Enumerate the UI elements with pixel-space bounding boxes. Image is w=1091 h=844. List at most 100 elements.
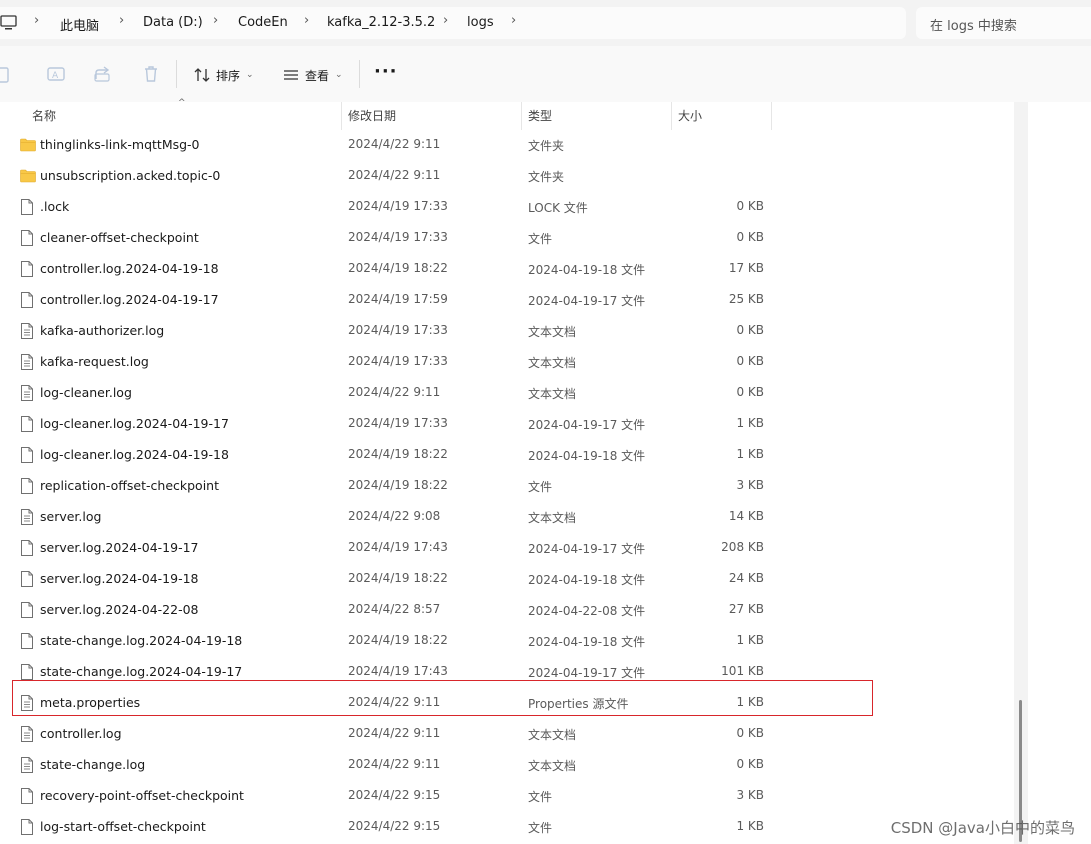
file-name: server.log.2024-04-22-08: [40, 602, 199, 617]
breadcrumb-item-kafka[interactable]: kafka_2.12-3.5.2: [327, 15, 435, 30]
chevron-right-icon[interactable]: ›: [119, 13, 124, 28]
file-size: 1 KB: [736, 416, 764, 430]
file-name: server.log.2024-04-19-17: [40, 540, 199, 555]
file-row[interactable]: log-cleaner.log.2024-04-19-18 2024/4/19 1…: [0, 439, 1012, 470]
file-name: state-change.log: [40, 757, 146, 772]
file-type: 文本文档: [528, 759, 577, 773]
column-header-type[interactable]: 类型: [522, 102, 668, 130]
vertical-scrollbar[interactable]: [1014, 102, 1028, 844]
file-row[interactable]: replication-offset-checkpoint 2024/4/19 1…: [0, 470, 1012, 501]
breadcrumb-item-this-pc[interactable]: 此电脑: [60, 15, 99, 34]
file-type: 2024-04-19-17 文件: [528, 666, 646, 680]
column-header-size[interactable]: 大小: [672, 102, 768, 130]
chevron-right-icon[interactable]: ›: [304, 13, 309, 28]
folder-row[interactable]: thinglinks-link-mqttMsg-0 2024/4/22 9:11 文…: [0, 129, 1012, 160]
file-date-modified: 2024/4/22 9:15: [348, 788, 441, 802]
file-row[interactable]: meta.properties 2024/4/22 9:11 Properties …: [0, 687, 1012, 718]
address-bar: › 此电脑 › Data (D:) › CodeEn › kafka_2.12-…: [0, 0, 1091, 46]
file-icon: [20, 261, 35, 277]
file-row[interactable]: controller.log.2024-04-19-17 2024/4/19 17…: [0, 284, 1012, 315]
sort-button[interactable]: 排序 ⌄: [194, 64, 254, 86]
file-row[interactable]: controller.log.2024-04-19-18 2024/4/19 18…: [0, 253, 1012, 284]
file-icon: [20, 664, 35, 680]
command-bar: A 排序 ⌄ 查看 ⌄ ···: [0, 46, 1091, 102]
share-icon[interactable]: [93, 64, 113, 84]
file-type: 文本文档: [528, 387, 577, 401]
file-date-modified: 2024/4/19 17:43: [348, 540, 448, 554]
file-row[interactable]: kafka-authorizer.log 2024/4/19 17:33 文本文档 0…: [0, 315, 1012, 346]
file-icon: [20, 819, 35, 835]
file-name: log-cleaner.log.2024-04-19-17: [40, 416, 229, 431]
file-icon: [20, 199, 35, 215]
chevron-down-icon: ⌄: [246, 70, 254, 80]
file-size: 0 KB: [736, 323, 764, 337]
file-type: 文本文档: [528, 356, 577, 370]
file-type: 2024-04-19-17 文件: [528, 418, 646, 432]
file-row[interactable]: state-change.log.2024-04-19-17 2024/4/19 …: [0, 656, 1012, 687]
chevron-right-icon[interactable]: ›: [443, 13, 448, 28]
file-row[interactable]: server.log.2024-04-19-18 2024/4/19 18:22 2…: [0, 563, 1012, 594]
file-row[interactable]: cleaner-offset-checkpoint 2024/4/19 17:33…: [0, 222, 1012, 253]
file-row[interactable]: server.log 2024/4/22 9:08 文本文档 14 KB: [0, 501, 1012, 532]
file-date-modified: 2024/4/22 9:11: [348, 168, 441, 182]
file-row[interactable]: log-cleaner.log.2024-04-19-17 2024/4/19 1…: [0, 408, 1012, 439]
file-type: 2024-04-19-18 文件: [528, 263, 646, 277]
search-input[interactable]: 在 logs 中搜索: [916, 7, 1091, 39]
file-date-modified: 2024/4/19 17:33: [348, 199, 448, 213]
file-size: 25 KB: [728, 292, 764, 306]
file-type: 文本文档: [528, 325, 577, 339]
breadcrumb-item-logs[interactable]: logs: [467, 15, 494, 30]
paste-icon[interactable]: [0, 64, 20, 84]
file-row[interactable]: kafka-request.log 2024/4/19 17:33 文本文档 0 KB: [0, 346, 1012, 377]
file-name: unsubscription.acked.topic-0: [40, 168, 221, 183]
file-name: state-change.log.2024-04-19-18: [40, 633, 243, 648]
column-header-name[interactable]: 名称: [26, 102, 342, 130]
file-name: server.log.2024-04-19-18: [40, 571, 199, 586]
file-type: 2024-04-19-18 文件: [528, 573, 646, 587]
breadcrumb-item-codeen[interactable]: CodeEn: [238, 15, 288, 30]
file-date-modified: 2024/4/22 9:08: [348, 509, 441, 523]
file-row[interactable]: state-change.log 2024/4/22 9:11 文本文档 0 KB: [0, 749, 1012, 780]
file-icon: [20, 447, 35, 463]
view-button[interactable]: 查看 ⌄: [283, 64, 343, 86]
file-type: LOCK 文件: [528, 201, 588, 215]
breadcrumb-item-data-drive[interactable]: Data (D:): [143, 15, 203, 30]
column-resize-handle[interactable]: [771, 102, 772, 130]
watermark: CSDN @Java小白中的菜鸟: [890, 819, 1075, 837]
file-name: cleaner-offset-checkpoint: [40, 230, 199, 245]
file-row[interactable]: .lock 2024/4/19 17:33 LOCK 文件 0 KB: [0, 191, 1012, 222]
file-size: 3 KB: [736, 478, 764, 492]
this-pc-icon[interactable]: [0, 15, 18, 31]
file-row[interactable]: log-start-offset-checkpoint 2024/4/22 9:1…: [0, 811, 1012, 842]
file-size: 14 KB: [728, 509, 764, 523]
file-type: 2024-04-19-17 文件: [528, 542, 646, 556]
file-row[interactable]: controller.log 2024/4/22 9:11 文本文档 0 KB: [0, 718, 1012, 749]
file-type: 2024-04-19-18 文件: [528, 635, 646, 649]
delete-icon[interactable]: [141, 64, 161, 84]
file-size: 0 KB: [736, 230, 764, 244]
chevron-right-icon[interactable]: ›: [511, 13, 516, 28]
breadcrumb[interactable]: › 此电脑 › Data (D:) › CodeEn › kafka_2.12-…: [0, 7, 906, 39]
file-type: 文本文档: [528, 511, 577, 525]
column-header-date[interactable]: 修改日期: [342, 102, 518, 130]
file-row[interactable]: log-cleaner.log 2024/4/22 9:11 文本文档 0 KB: [0, 377, 1012, 408]
file-row[interactable]: recovery-point-offset-checkpoint 2024/4/2…: [0, 780, 1012, 811]
folder-row[interactable]: unsubscription.acked.topic-0 2024/4/22 9:…: [0, 160, 1012, 191]
rename-icon[interactable]: A: [46, 64, 66, 84]
file-row[interactable]: server.log.2024-04-19-17 2024/4/19 17:43 2…: [0, 532, 1012, 563]
file-type: 2024-04-19-17 文件: [528, 294, 646, 308]
file-date-modified: 2024/4/19 18:22: [348, 447, 448, 461]
view-label: 查看: [305, 68, 330, 83]
chevron-right-icon[interactable]: ›: [34, 13, 39, 28]
file-date-modified: 2024/4/19 18:22: [348, 571, 448, 585]
file-row[interactable]: server.log.2024-04-22-08 2024/4/22 8:57 20…: [0, 594, 1012, 625]
file-row[interactable]: state-change.log.2024-04-19-18 2024/4/19 …: [0, 625, 1012, 656]
file-date-modified: 2024/4/19 17:43: [348, 664, 448, 678]
chevron-right-icon[interactable]: ›: [213, 13, 218, 28]
view-icon: [284, 70, 298, 80]
file-size: 0 KB: [736, 726, 764, 740]
file-name: kafka-authorizer.log: [40, 323, 165, 338]
more-options-button[interactable]: ···: [374, 61, 398, 82]
file-icon: [20, 540, 35, 556]
file-size: 3 KB: [736, 788, 764, 802]
